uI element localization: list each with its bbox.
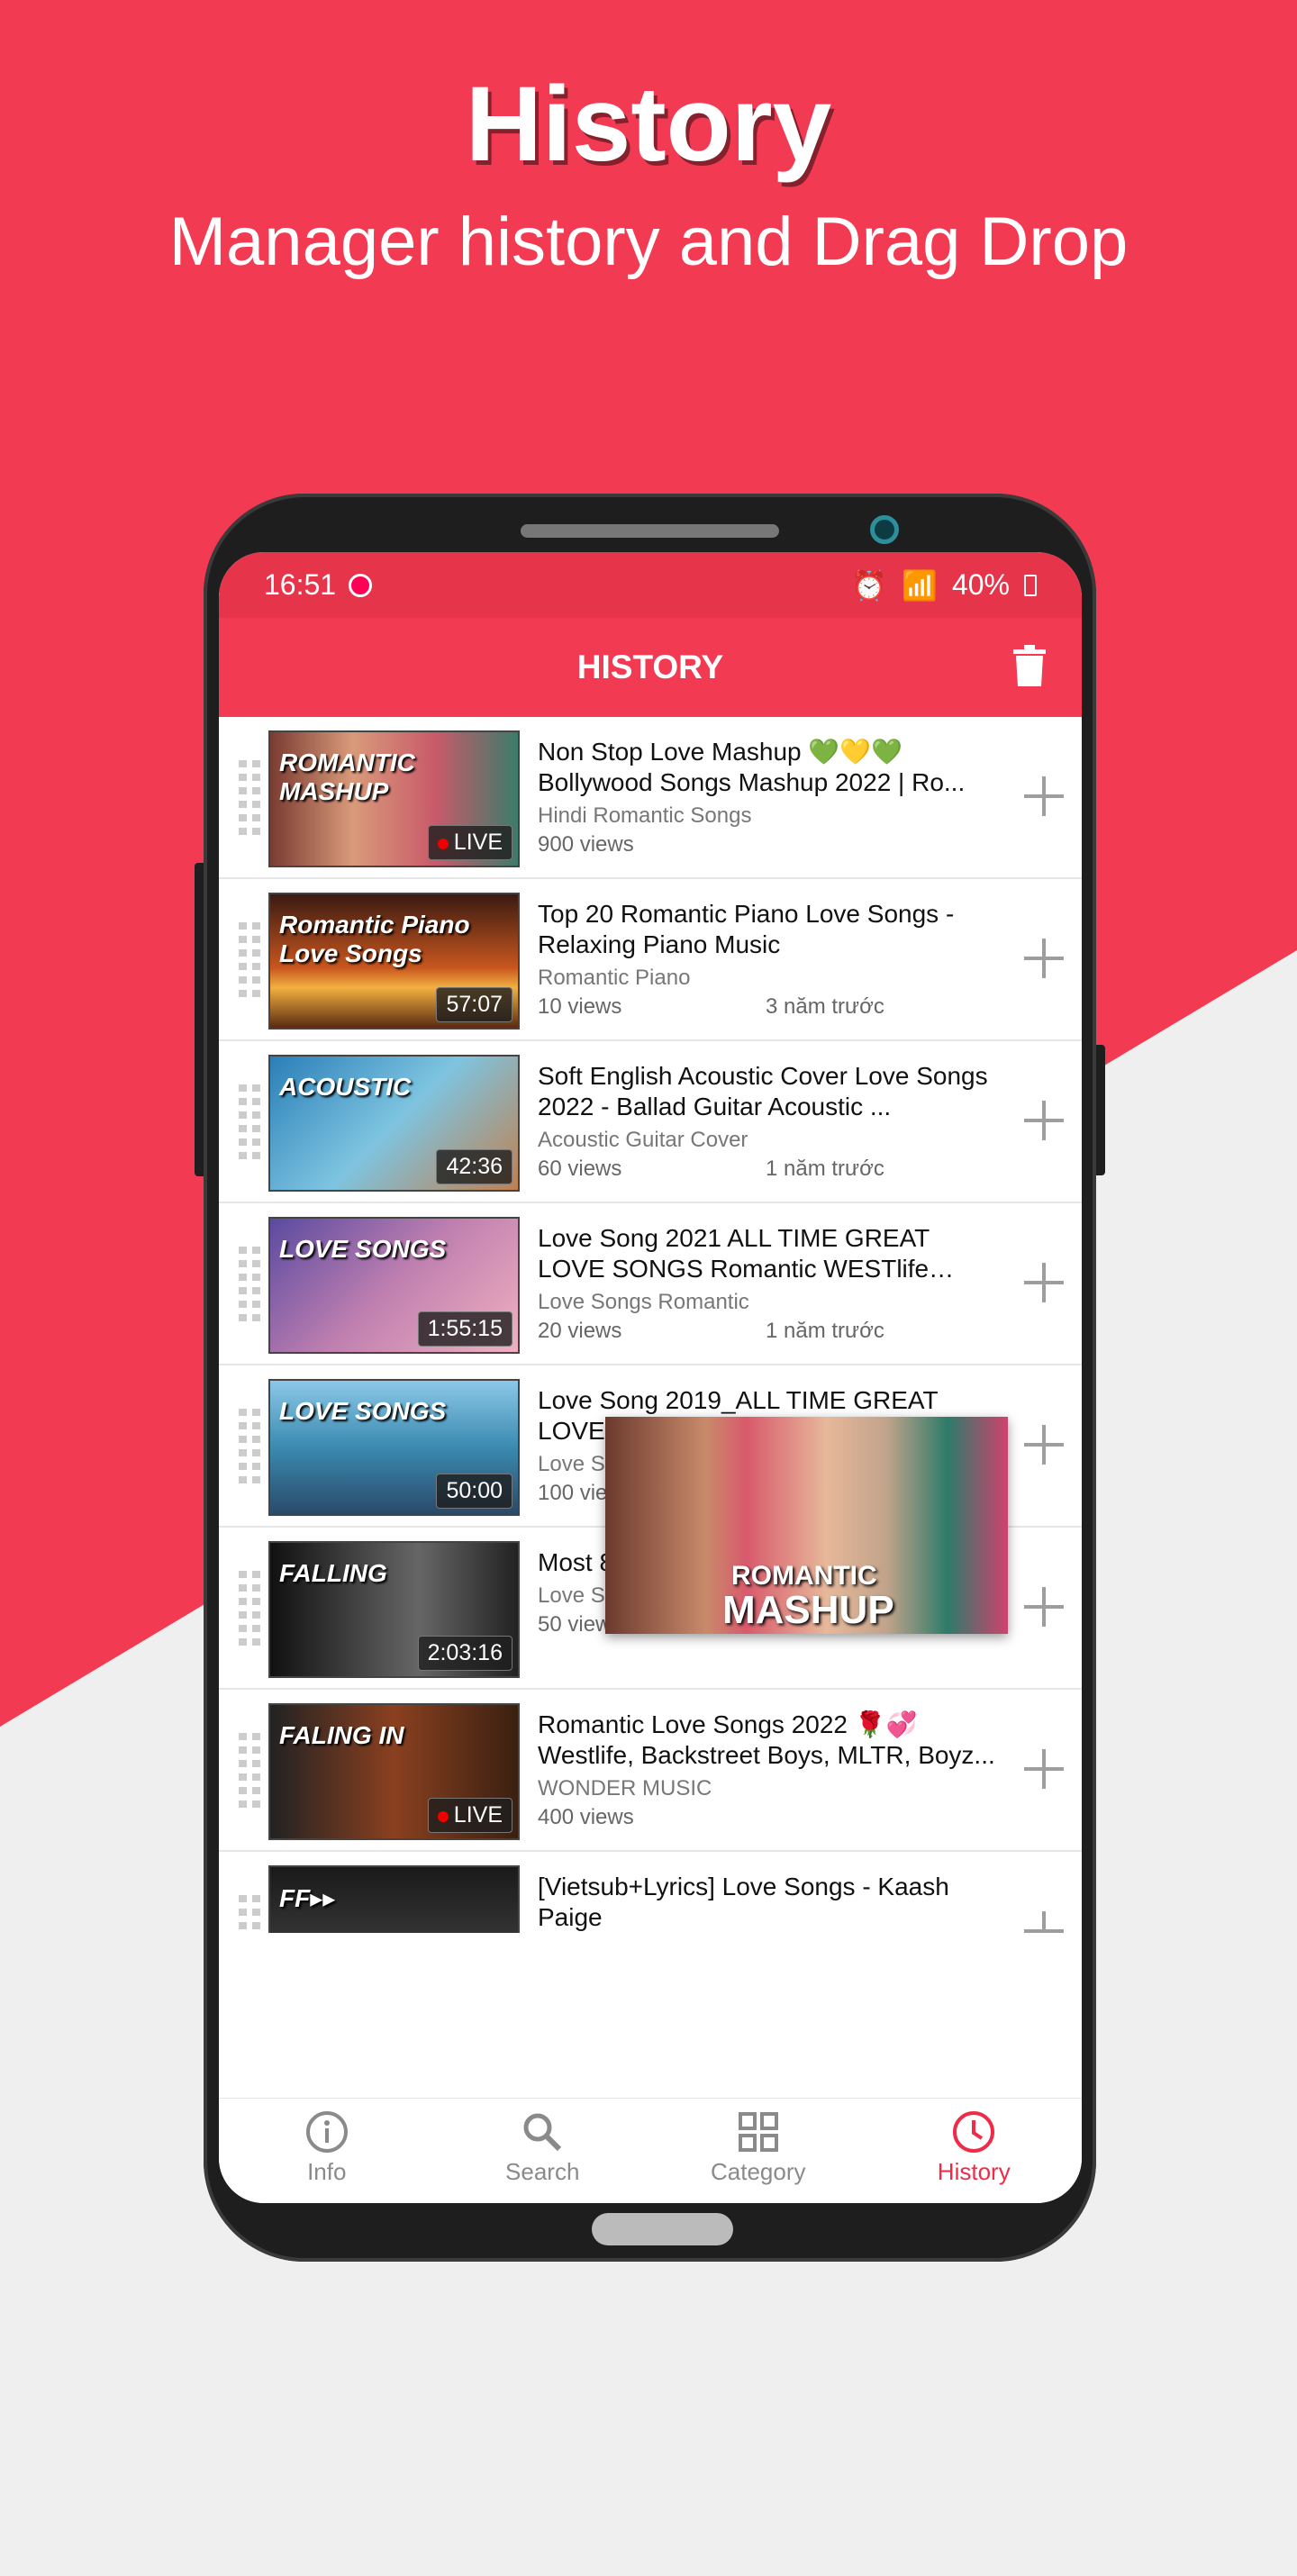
upload-date: 1 năm trước — [766, 1319, 884, 1343]
thumbnail-caption: ROMANTIC MASHUP — [279, 748, 415, 805]
video-title[interactable]: Love Song 2021 ALL TIME GREAT LOVE SONGS… — [538, 1223, 997, 1284]
app-bar: HISTORY — [219, 618, 1082, 717]
drag-caption: MASHUP — [722, 1588, 894, 1632]
history-item[interactable]: ROMANTIC MASHUP LIVE Non Stop Love Mashu… — [219, 717, 1082, 879]
add-to-playlist-icon[interactable] — [1024, 1587, 1064, 1627]
add-to-playlist-icon[interactable] — [1024, 1263, 1064, 1302]
thumbnail-caption: LOVE SONGS — [279, 1235, 447, 1263]
channel-name: Love Songs Romantic — [538, 1290, 749, 1314]
recording-icon — [349, 573, 373, 597]
drag-handle-icon[interactable] — [239, 1895, 260, 1933]
tab-search[interactable]: Search — [435, 2099, 651, 2203]
video-title[interactable]: Top 20 Romantic Piano Love Songs - Relax… — [538, 899, 997, 960]
channel-name: Hindi Romantic Songs — [538, 803, 752, 828]
video-title[interactable]: [Vietsub+Lyrics] Love Songs - Kaash Paig… — [538, 1872, 997, 1933]
drag-handle-icon[interactable] — [239, 760, 260, 836]
video-thumbnail[interactable]: ROMANTIC MASHUP LIVE — [268, 730, 520, 867]
clock-icon — [953, 2111, 995, 2153]
tab-label: Search — [505, 2158, 580, 2185]
drag-handle-icon[interactable] — [239, 1571, 260, 1646]
view-count: 10 views — [538, 994, 622, 1019]
history-item[interactable]: ACOUSTIC 42:36 Soft English Acoustic Cov… — [219, 1041, 1082, 1203]
thumbnail-caption: FF▸▸ — [279, 1884, 336, 1912]
alarm-icon: ⏰ — [851, 568, 888, 602]
thumbnail-caption: FALING IN — [279, 1721, 404, 1749]
history-item[interactable]: FF▸▸ 02:45 [Vietsub+Lyrics] Love Songs -… — [219, 1852, 1082, 1933]
drag-handle-icon[interactable] — [239, 922, 260, 998]
add-to-playlist-icon[interactable] — [1024, 1749, 1064, 1789]
app-screen: 16:51 ⏰ 📶 40% HISTORY ROMANTIC MASHUP LI… — [219, 552, 1082, 2203]
duration-badge: 42:36 — [436, 1149, 512, 1184]
channel-name: Romantic Piano — [538, 966, 691, 990]
tab-category[interactable]: Category — [650, 2099, 866, 2203]
drag-caption: ROMANTIC — [731, 1561, 877, 1591]
info-icon — [305, 2111, 348, 2153]
upload-date: 1 năm trước — [766, 1156, 884, 1181]
bottom-nav: Info Search Category History — [219, 2098, 1082, 2203]
add-to-playlist-icon[interactable] — [1024, 1911, 1064, 1933]
history-list: ROMANTIC MASHUP LIVE Non Stop Love Mashu… — [219, 717, 1082, 1933]
page-title: HISTORY — [576, 649, 724, 685]
duration-badge: 1:55:15 — [417, 1311, 512, 1347]
wifi-icon: 📶 — [902, 568, 938, 602]
view-count: 400 views — [538, 1805, 634, 1829]
home-button[interactable] — [592, 2213, 733, 2245]
video-thumbnail[interactable]: LOVE SONGS 1:55:15 — [268, 1217, 520, 1354]
drag-handle-icon[interactable] — [239, 1247, 260, 1322]
video-title[interactable]: Non Stop Love Mashup 💚💛💚 Bollywood Songs… — [538, 737, 997, 798]
search-icon — [523, 2113, 562, 2152]
tab-info[interactable]: Info — [219, 2099, 435, 2203]
view-count: 900 views — [538, 832, 634, 857]
video-thumbnail[interactable]: ACOUSTIC 42:36 — [268, 1055, 520, 1192]
view-count: 60 views — [538, 1156, 622, 1181]
add-to-playlist-icon[interactable] — [1024, 776, 1064, 816]
tab-label: Info — [307, 2158, 347, 2185]
drag-handle-icon[interactable] — [239, 1409, 260, 1484]
status-time: 16:51 — [264, 568, 337, 601]
channel-name: Acoustic Guitar Cover — [538, 1128, 748, 1152]
video-title[interactable]: Romantic Love Songs 2022 🌹💞 Westlife, Ba… — [538, 1710, 997, 1771]
promo-subtitle: Manager history and Drag Drop — [168, 204, 1129, 280]
thumbnail-caption: ACOUSTIC — [279, 1073, 412, 1101]
thumbnail-caption: Romantic Piano Love Songs — [279, 911, 470, 967]
drag-handle-icon[interactable] — [239, 1733, 260, 1809]
view-count: 20 views — [538, 1319, 622, 1343]
tab-label: History — [937, 2158, 1011, 2185]
upload-date: 3 năm trước — [766, 994, 884, 1019]
phone-speaker — [521, 524, 779, 538]
channel-name: WONDER MUSIC — [538, 1776, 712, 1800]
add-to-playlist-icon[interactable] — [1024, 1101, 1064, 1140]
grid-icon — [738, 2112, 778, 2152]
video-thumbnail[interactable]: FALLING 2:03:16 — [268, 1541, 520, 1678]
live-badge: LIVE — [427, 1798, 512, 1833]
battery-icon — [1024, 574, 1037, 596]
tab-label: Category — [711, 2158, 806, 2185]
live-badge: LIVE — [427, 825, 512, 860]
video-thumbnail[interactable]: LOVE SONGS 50:00 — [268, 1379, 520, 1516]
video-thumbnail[interactable]: Romantic Piano Love Songs 57:07 — [268, 893, 520, 1029]
history-item[interactable]: LOVE SONGS 1:55:15 Love Song 2021 ALL TI… — [219, 1203, 1082, 1365]
duration-badge: 2:03:16 — [417, 1636, 512, 1671]
add-to-playlist-icon[interactable] — [1024, 1425, 1064, 1465]
phone-camera — [870, 515, 899, 544]
duration-badge: 50:00 — [436, 1474, 512, 1509]
video-thumbnail[interactable]: FF▸▸ 02:45 — [268, 1865, 520, 1933]
thumbnail-caption: LOVE SONGS — [279, 1397, 447, 1425]
dragging-thumbnail[interactable]: ROMANTIC MASHUP — [605, 1417, 1008, 1634]
thumbnail-caption: FALLING — [279, 1559, 387, 1587]
trash-icon[interactable] — [1013, 645, 1046, 686]
tab-history[interactable]: History — [866, 2099, 1083, 2203]
status-bar: 16:51 ⏰ 📶 40% — [219, 552, 1082, 618]
duration-badge: 57:07 — [436, 987, 512, 1022]
battery-level: 40% — [951, 568, 1010, 601]
view-count: 100 vie — [538, 1481, 608, 1505]
promo-title: History — [465, 65, 832, 184]
drag-handle-icon[interactable] — [239, 1084, 260, 1160]
add-to-playlist-icon[interactable] — [1024, 939, 1064, 978]
history-item[interactable]: Romantic Piano Love Songs 57:07 Top 20 R… — [219, 879, 1082, 1041]
video-title[interactable]: Soft English Acoustic Cover Love Songs 2… — [538, 1061, 997, 1122]
video-thumbnail[interactable]: FALING IN LIVE — [268, 1703, 520, 1840]
history-item[interactable]: FALING IN LIVE Romantic Love Songs 2022 … — [219, 1690, 1082, 1852]
